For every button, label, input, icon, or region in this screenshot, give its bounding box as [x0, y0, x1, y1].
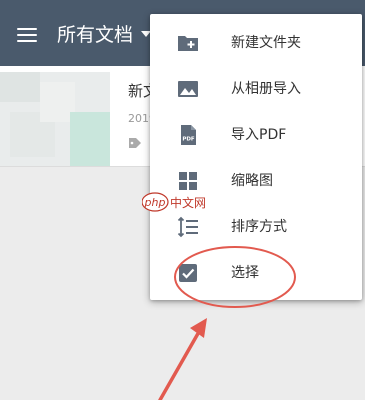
php-watermark-text: php	[144, 196, 166, 209]
annotation-arrow-head	[190, 318, 207, 338]
menu-item-import-pdf[interactable]: PDF 导入PDF	[150, 112, 362, 158]
annotation-arrow-shaft	[158, 328, 202, 400]
menu-item-import-from-album[interactable]: 从相册导入	[150, 66, 362, 112]
menu-item-label: 导入PDF	[231, 127, 287, 143]
image-icon	[178, 81, 198, 97]
php-watermark-cn: 中文网	[170, 195, 206, 210]
menu-item-label: 缩略图	[231, 173, 273, 189]
sort-icon	[177, 216, 198, 238]
php-watermark: php 中文网	[142, 192, 206, 212]
menu-item-label: 从相册导入	[231, 81, 301, 97]
tag-icon	[129, 138, 141, 148]
new-folder-icon	[178, 36, 198, 51]
menu-item-new-folder[interactable]: 新建文件夹	[150, 20, 362, 66]
menu-item-label: 排序方式	[231, 219, 287, 235]
overflow-dropdown-menu: 新建文件夹 从相册导入 PDF 导入PDF 缩略图 排序方式 选择	[150, 14, 362, 300]
pdf-file-icon: PDF	[181, 125, 196, 145]
hamburger-menu-icon[interactable]	[17, 28, 37, 42]
checkbox-icon	[179, 264, 197, 282]
pdf-icon-text: PDF	[182, 137, 195, 143]
menu-item-label: 选择	[231, 265, 259, 281]
menu-item-label: 新建文件夹	[231, 35, 301, 51]
page-title[interactable]: 所有文档	[57, 22, 133, 48]
document-thumbnail[interactable]	[0, 72, 110, 166]
menu-item-select[interactable]: 选择	[150, 250, 362, 296]
